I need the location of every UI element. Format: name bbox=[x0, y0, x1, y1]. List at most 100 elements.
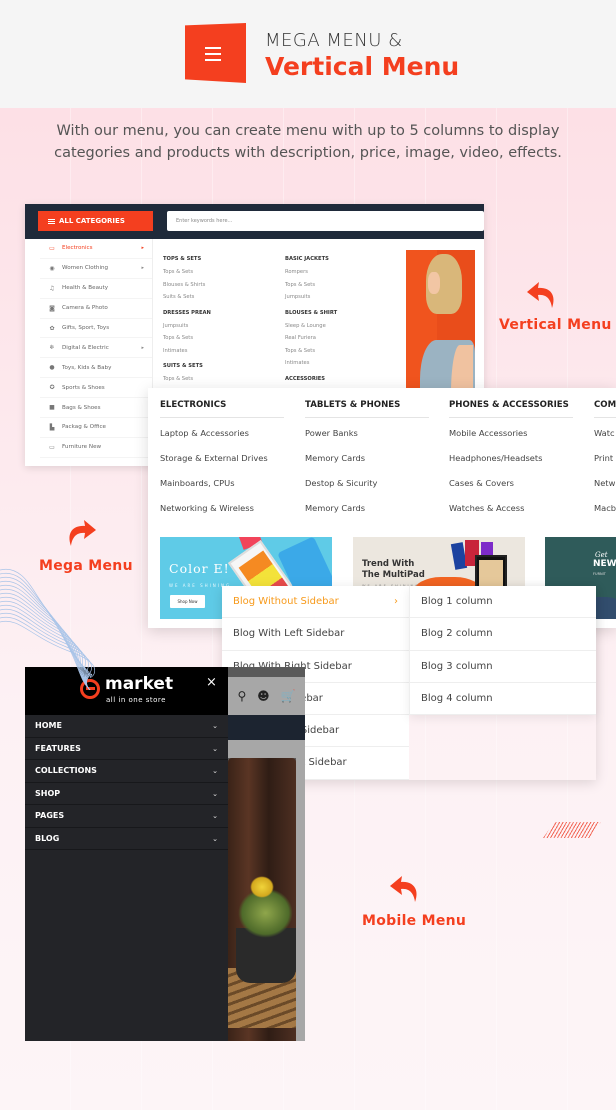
mobile-nav-bar bbox=[228, 715, 305, 740]
mobile-nav-item[interactable]: COLLECTIONS ⌄ bbox=[25, 760, 228, 783]
banner-title-line2: The MultiPad bbox=[362, 570, 425, 580]
submenu-link[interactable]: Tops & Sets bbox=[163, 373, 211, 386]
intro-text: With our menu, you can create menu with … bbox=[54, 123, 562, 161]
mega-menu-heading[interactable]: TABLETS & PHONES bbox=[305, 400, 429, 418]
mega-menu-link[interactable]: Print bbox=[594, 449, 616, 474]
plant-photo bbox=[228, 758, 296, 1041]
chevron-down-icon: ⌄ bbox=[212, 789, 218, 798]
submenu-heading[interactable]: BASIC JACKETS bbox=[285, 253, 337, 266]
desktop-icon: ▭ bbox=[49, 443, 55, 451]
category-label: Packag & Office bbox=[62, 424, 106, 431]
submenu-link[interactable]: Tops & Sets bbox=[285, 279, 337, 292]
chevron-down-icon: ⌄ bbox=[212, 744, 218, 753]
hamburger-icon bbox=[48, 218, 55, 225]
submenu-heading[interactable]: TOPS & SETS bbox=[163, 253, 211, 266]
blog-submenu-item[interactable]: Blog 4 column bbox=[410, 683, 596, 716]
category-item[interactable]: ✿ Gifts, Sport, Toys bbox=[40, 319, 152, 339]
all-categories-label: ALL CATEGORIES bbox=[59, 217, 125, 225]
category-item[interactable]: ✪ Sports & Shoes bbox=[40, 378, 152, 399]
banner-title-line1: Trend With bbox=[362, 559, 415, 569]
search-icon[interactable]: ⚲ bbox=[237, 689, 246, 703]
submenu-link[interactable]: Intimates bbox=[163, 345, 211, 358]
mobile-nav-item[interactable]: BLOG ⌄ bbox=[25, 828, 228, 850]
banner-line2: NEW bbox=[593, 559, 616, 569]
mega-menu-link[interactable]: Cases & Covers bbox=[449, 474, 573, 499]
category-label: Digital & Electric bbox=[62, 344, 109, 351]
mega-menu-link[interactable]: Destop & Sicurity bbox=[305, 474, 429, 499]
submenu-link[interactable]: Rompers bbox=[285, 266, 337, 279]
category-item[interactable]: ♫ Health & Beauty bbox=[40, 279, 152, 299]
submenu-link[interactable]: Jumpsuits bbox=[285, 291, 337, 304]
category-item[interactable]: ◙ Camera & Photo bbox=[40, 299, 152, 319]
mega-menu-link[interactable]: Watc bbox=[594, 424, 616, 449]
category-label: Gifts, Sport, Toys bbox=[62, 325, 110, 331]
mega-menu-link[interactable]: Power Banks bbox=[305, 424, 429, 449]
blog-menu-item[interactable]: Blog With Left Sidebar bbox=[222, 618, 409, 651]
submenu-link[interactable]: Suits & Sets bbox=[163, 291, 211, 304]
submenu-link[interactable]: Sleep & Lounge bbox=[285, 320, 337, 333]
mega-menu-heading[interactable]: COM bbox=[594, 400, 616, 418]
blog-submenu-item[interactable]: Blog 2 column bbox=[410, 618, 596, 651]
mobile-nav-item[interactable]: PAGES ⌄ bbox=[25, 805, 228, 828]
mega-menu-link[interactable]: Mainboards, CPUs bbox=[160, 474, 284, 499]
mega-menu-link[interactable]: Netw bbox=[594, 474, 616, 499]
category-item[interactable]: ❄ Digital & Electric ▸ bbox=[40, 338, 152, 359]
mega-menu-link[interactable]: Watches & Access bbox=[449, 499, 573, 524]
search-input[interactable]: Enter keywords here... bbox=[167, 211, 484, 231]
mega-menu-link[interactable]: Headphones/Headsets bbox=[449, 449, 573, 474]
mobile-nav-item[interactable]: FEATURES ⌄ bbox=[25, 738, 228, 760]
blog-submenu-item[interactable]: Blog 1 column bbox=[410, 586, 596, 619]
user-icon[interactable]: ☻ bbox=[257, 689, 270, 703]
dress-icon: ◉ bbox=[49, 264, 55, 272]
mega-menu-link[interactable]: Memory Cards bbox=[305, 449, 429, 474]
vertical-menu-header: ALL CATEGORIES Enter keywords here... bbox=[25, 204, 484, 239]
category-item[interactable]: ▭ Furniture New bbox=[40, 438, 152, 458]
snowflake-icon: ❄ bbox=[49, 344, 55, 352]
blog-menu-item[interactable]: Blog Without Sidebar › bbox=[222, 586, 409, 619]
mega-menu-link[interactable]: Macb bbox=[594, 499, 616, 524]
chevron-down-icon: ⌄ bbox=[212, 812, 218, 820]
blog-menu-right: Blog 1 column Blog 2 column Blog 3 column B… bbox=[409, 586, 596, 716]
submenu-link[interactable]: Tops & Sets bbox=[285, 345, 337, 358]
title-small: MEGA MENU & bbox=[265, 30, 403, 51]
submenu-heading[interactable]: SUITS & SETS bbox=[163, 360, 211, 373]
mobile-nav-item[interactable]: HOME ⌄ bbox=[25, 715, 228, 738]
category-item[interactable]: ◉ Women Clothing ▸ bbox=[40, 259, 152, 279]
submenu-column-2: BASIC JACKETS Rompers Tops & Sets Jumpsuits… bbox=[285, 250, 337, 398]
submenu-link[interactable]: Intimates bbox=[285, 357, 337, 370]
shop-now-button[interactable]: Shop Now bbox=[170, 595, 205, 608]
category-item[interactable]: ■ Bags & Shoes bbox=[40, 398, 152, 419]
submenu-heading[interactable]: ACCESSORIES bbox=[285, 373, 337, 386]
mega-menu-column: TABLETS & PHONES Power Banks Memory Cards D… bbox=[305, 400, 429, 524]
mega-menu-link[interactable]: Laptop & Accessories bbox=[160, 424, 284, 449]
blog-submenu-item[interactable]: Blog 3 column bbox=[410, 651, 596, 683]
submenu-link[interactable]: Real Furiera bbox=[285, 332, 337, 345]
category-item[interactable]: ● Toys, Kids & Baby bbox=[40, 358, 152, 379]
mega-menu-link[interactable]: Storage & External Drives bbox=[160, 449, 284, 474]
submenu-heading[interactable]: BLOUSES & SHIRT bbox=[285, 307, 337, 320]
submenu-link[interactable]: Tops & Sets bbox=[163, 266, 211, 279]
mobile-nav-item[interactable]: SHOP ⌄ bbox=[25, 783, 228, 805]
curved-arrow-icon bbox=[390, 876, 417, 902]
submenu-link[interactable]: Jumpsuits bbox=[163, 320, 211, 333]
cart-icon[interactable]: 🛒 bbox=[281, 689, 296, 703]
submenu-column-1: TOPS & SETS Tops & Sets Blouses & Shirts Su… bbox=[163, 250, 211, 386]
submenu-heading[interactable]: DRESSES PREAN bbox=[163, 307, 211, 320]
mega-menu-heading[interactable]: PHONES & ACCESSORIES bbox=[449, 400, 573, 418]
category-item[interactable]: ▭ Electronics ▸ bbox=[40, 239, 152, 259]
mega-menu-link[interactable]: Mobile Accessories bbox=[449, 424, 573, 449]
title-big: Vertical Menu bbox=[265, 52, 460, 81]
hamburger-menu-icon bbox=[185, 23, 246, 83]
all-categories-button[interactable]: ALL CATEGORIES bbox=[38, 211, 153, 231]
bag-icon: ■ bbox=[49, 404, 55, 412]
category-label: Toys, Kids & Baby bbox=[62, 364, 112, 371]
mega-menu-heading[interactable]: ELECTRONICS bbox=[160, 400, 284, 418]
category-item[interactable]: ▙ Packag & Office bbox=[40, 418, 152, 438]
submenu-link[interactable]: Tops & Sets bbox=[163, 332, 211, 345]
mega-menu-link[interactable]: Networking & Wireless bbox=[160, 499, 284, 524]
ball-icon: ● bbox=[49, 364, 55, 372]
submenu-link[interactable]: Blouses & Shirts bbox=[163, 279, 211, 292]
chevron-right-icon: › bbox=[394, 596, 398, 607]
mega-menu-link[interactable]: Memory Cards bbox=[305, 499, 429, 524]
close-icon[interactable]: × bbox=[206, 675, 217, 690]
